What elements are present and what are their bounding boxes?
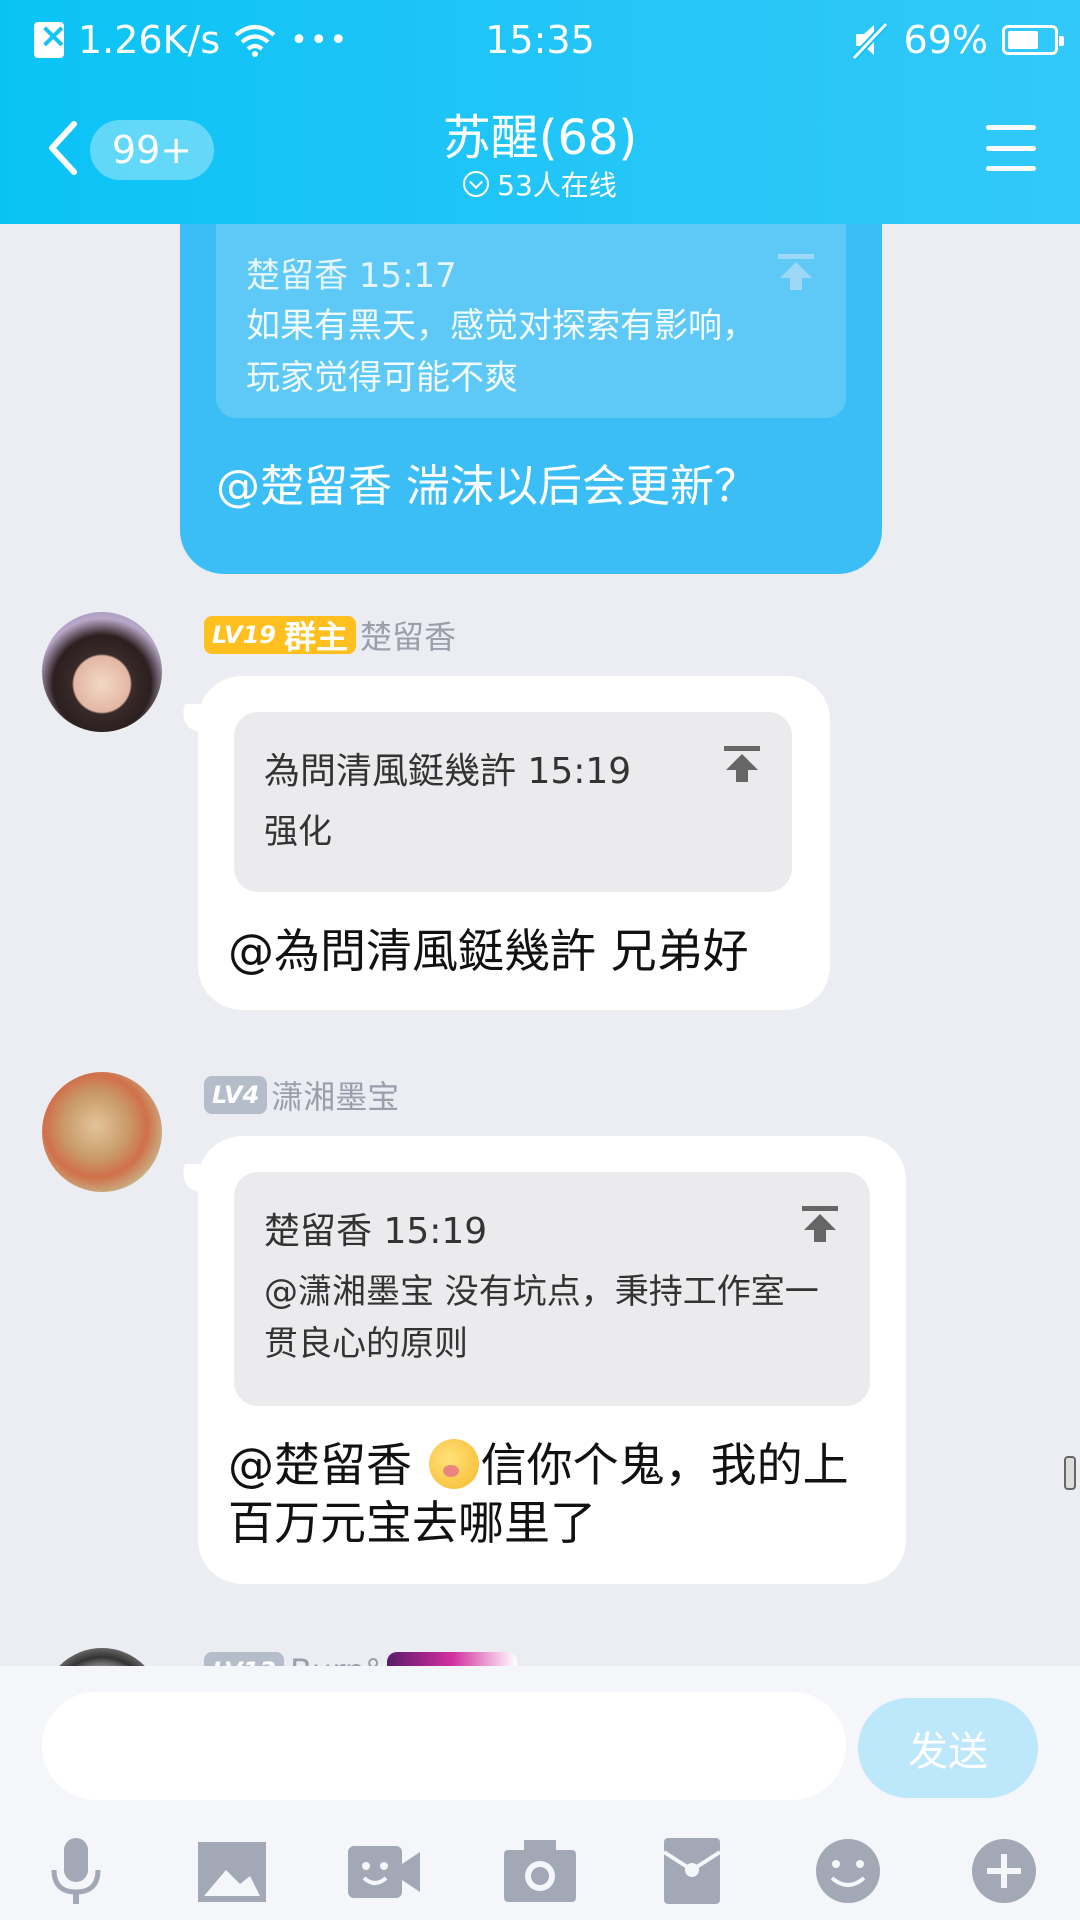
message-bubble[interactable]: 楚留香 15:19 @潇湘墨宝 没有坑点，秉持工作室一贯良心的原则 @楚留香 信…: [198, 1136, 906, 1584]
thinking-emoji-icon: [428, 1439, 479, 1489]
online-count-label: 53人在线: [497, 169, 617, 202]
video-icon[interactable]: [344, 1834, 424, 1908]
sender-name[interactable]: 楚留香: [360, 612, 456, 658]
jump-to-top-icon[interactable]: [800, 1204, 840, 1244]
message-text: @楚留香 湍沫以后会更新？: [216, 461, 758, 512]
role-label: 群主: [283, 618, 348, 656]
quoted-message[interactable]: 為問清風鋌幾許 15:19 强化: [234, 712, 792, 892]
group-title[interactable]: 苏醒(68): [0, 98, 1080, 168]
composer: 发送: [0, 1666, 1080, 1920]
message-list[interactable]: 楚留香 15:17 如果有黑天，感觉对探索有影响，玩家觉得可能不爽 @楚留香 湍…: [0, 224, 1080, 1666]
composer-toolbar: [0, 1820, 1080, 1920]
online-count[interactable]: 53人在线: [0, 164, 1080, 204]
my-message-bubble[interactable]: 楚留香 15:17 如果有黑天，感觉对探索有影响，玩家觉得可能不爽 @楚留香 湍…: [180, 224, 882, 574]
plus-icon[interactable]: [964, 1834, 1044, 1908]
status-bar: 1.26K/s ••• 15:35 69%: [0, 0, 1080, 80]
message-text: @楚留香 信你个鬼，我的上百万元宝去哪里了: [228, 1436, 868, 1552]
level-badge: LV13: [204, 1652, 284, 1666]
level-badge: LV4: [204, 1076, 268, 1114]
vip-badge-icon: [387, 1652, 518, 1666]
quoted-header: 楚留香 15:19: [264, 1211, 488, 1252]
red-packet-icon[interactable]: [652, 1834, 732, 1908]
image-icon[interactable]: [192, 1834, 272, 1908]
jump-to-top-icon[interactable]: [776, 252, 816, 292]
avatar[interactable]: [42, 612, 162, 732]
mute-icon: [850, 21, 889, 60]
message-text: @為問清風鋌幾許 兄弟好: [228, 924, 749, 978]
avatar[interactable]: [42, 1072, 162, 1192]
mention-text: @楚留香: [228, 1438, 427, 1492]
quoted-text: @潇湘墨宝 没有坑点，秉持工作室一贯良心的原则: [264, 1272, 819, 1364]
quoted-message[interactable]: 楚留香 15:19 @潇湘墨宝 没有坑点，秉持工作室一贯良心的原则: [234, 1172, 870, 1406]
message-bubble[interactable]: 為問清風鋌幾許 15:19 强化 @為問清風鋌幾許 兄弟好: [198, 676, 830, 1010]
camera-icon[interactable]: [500, 1834, 580, 1908]
quoted-header: 為問清風鋌幾許 15:19: [264, 751, 632, 792]
level-label: LV13: [212, 1657, 276, 1666]
message-input[interactable]: [42, 1692, 846, 1800]
level-label: LV19: [212, 621, 276, 649]
microphone-icon[interactable]: [36, 1834, 116, 1908]
level-label: LV4: [212, 1081, 260, 1109]
menu-icon[interactable]: [986, 125, 1036, 171]
send-button[interactable]: 发送: [858, 1698, 1038, 1798]
sender-info: LV19 群主 楚留香: [204, 612, 456, 658]
sender-info: LV13 Burn°: [204, 1652, 518, 1666]
chevron-down-circle-icon: [463, 171, 490, 197]
quoted-header: 楚留香 15:17: [246, 256, 457, 296]
quoted-message[interactable]: 楚留香 15:17 如果有黑天，感觉对探索有影响，玩家觉得可能不爽: [216, 224, 846, 418]
sender-info: LV4 潇湘墨宝: [204, 1072, 399, 1118]
jump-to-top-icon[interactable]: [722, 744, 762, 784]
quoted-text: 如果有黑天，感觉对探索有影响，玩家觉得可能不爽: [246, 306, 756, 398]
scrollbar[interactable]: [1064, 1456, 1076, 1490]
emoji-icon[interactable]: [808, 1834, 888, 1908]
level-badge: LV19 群主: [204, 616, 356, 656]
quoted-text: 强化: [264, 812, 332, 852]
battery-percent: 69%: [903, 18, 988, 62]
header-bar: 1.26K/s ••• 15:35 69% 99+ 苏醒(68) 53人在线: [0, 0, 1080, 224]
battery-icon: [1002, 25, 1064, 55]
sender-name[interactable]: Burn°: [290, 1652, 381, 1666]
sender-name[interactable]: 潇湘墨宝: [271, 1072, 399, 1118]
avatar[interactable]: [42, 1648, 162, 1666]
